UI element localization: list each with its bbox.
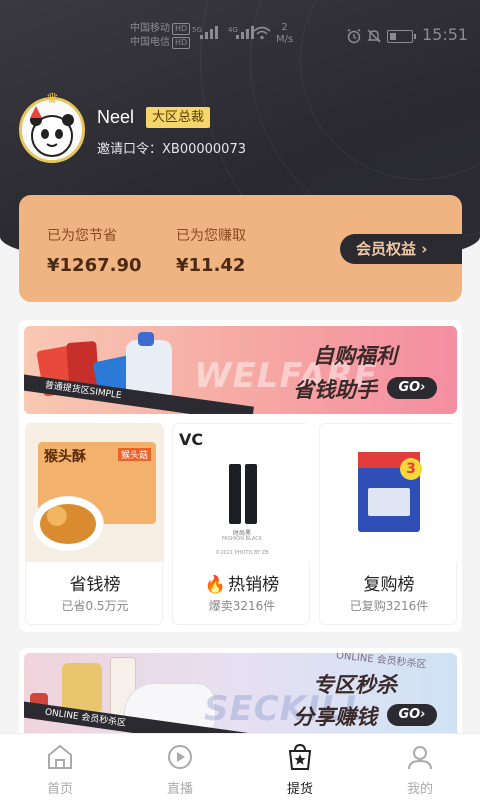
tab-pickup[interactable]: 提货 bbox=[240, 734, 360, 800]
tab-label: 首页 bbox=[46, 782, 73, 797]
mute-icon bbox=[366, 28, 382, 48]
banner-title: 专区秒杀 bbox=[313, 673, 397, 697]
member-benefits-button[interactable]: 会员权益 › bbox=[340, 234, 462, 264]
net-speed-unit: M/s bbox=[276, 34, 294, 45]
tab-home[interactable]: 首页 bbox=[0, 734, 120, 800]
product-image bbox=[62, 663, 102, 713]
sleeve-left bbox=[229, 464, 241, 524]
tab-label: 直播 bbox=[166, 782, 193, 797]
carrier-info: 中国移动 HD 中国电信 HD bbox=[130, 22, 191, 50]
crown-icon: ♛ bbox=[46, 91, 59, 107]
product-image: 猴头酥 猴头菇 bbox=[26, 424, 164, 562]
brand-logo-text: VC bbox=[179, 430, 204, 449]
invite-code[interactable]: 邀请口令：XB00000073 bbox=[97, 138, 246, 157]
banner-title: 自购福利 bbox=[313, 344, 397, 368]
rank-title: 🔥 热销榜 bbox=[173, 570, 311, 595]
carrier-2: 中国电信 bbox=[130, 37, 170, 48]
signal-icon bbox=[236, 26, 254, 39]
hd-badge: HD bbox=[172, 23, 191, 35]
product-label bbox=[368, 488, 410, 516]
username: Neel bbox=[97, 107, 135, 127]
banner-subtitle: 分享赚钱 bbox=[293, 705, 377, 729]
product-image: VC 时尚黑 FASHION BLACK ©2021 PHOTO BY ZB bbox=[173, 424, 311, 562]
rank-card-hot[interactable]: VC 时尚黑 FASHION BLACK ©2021 PHOTO BY ZB 🔥… bbox=[172, 423, 311, 625]
biscuits bbox=[40, 504, 96, 544]
status-bar: 中国移动 HD 中国电信 HD 5G 4G 2 M/s 15:51 bbox=[0, 0, 480, 70]
rank-sub: 爆卖3216件 bbox=[208, 599, 276, 613]
go-button[interactable]: GO› bbox=[387, 704, 437, 726]
net-speed: 2 M/s bbox=[276, 22, 293, 46]
earnings-card: 已为您节省 ¥1267.90 已为您赚取 ¥11.42 会员权益 › bbox=[19, 195, 462, 302]
tab-live[interactable]: 直播 bbox=[120, 734, 240, 800]
seckill-banner[interactable]: ONLINE 会员秒杀区 SECKILL 专区秒杀 分享赚钱 GO› ONLIN… bbox=[24, 653, 457, 741]
shopping-bag-star-icon bbox=[288, 743, 312, 770]
tab-mine[interactable]: 我的 bbox=[360, 734, 480, 800]
alarm-icon bbox=[346, 28, 362, 48]
product-tag: 猴头菇 bbox=[118, 448, 152, 461]
rank-title: 复购榜 bbox=[363, 575, 415, 595]
welfare-banner[interactable]: 普通提货区SIMPLE WELFARE 自购福利 省钱助手 GO› bbox=[24, 326, 457, 414]
earned-stat: 已为您赚取 ¥11.42 bbox=[176, 225, 246, 276]
rank-sub: 已省0.5万元 bbox=[61, 599, 129, 613]
saved-label: 已为您节省 bbox=[47, 228, 117, 244]
tab-bar: 首页 直播 提货 我的 bbox=[0, 733, 480, 800]
go-button[interactable]: GO› bbox=[387, 377, 437, 399]
product-brand-text: 猴头酥 bbox=[44, 449, 86, 465]
saved-stat: 已为您节省 ¥1267.90 bbox=[47, 225, 142, 276]
tab-label: 我的 bbox=[406, 782, 433, 797]
battery-icon bbox=[387, 30, 416, 43]
rank-title: 省钱榜 bbox=[69, 575, 121, 595]
saved-value: ¥1267.90 bbox=[47, 255, 142, 276]
product-image: 3 bbox=[320, 424, 458, 562]
product-badge: 3 bbox=[400, 458, 422, 480]
rank-title-text: 热销榜 bbox=[228, 575, 280, 595]
profile-icon bbox=[408, 746, 432, 770]
live-icon bbox=[168, 745, 192, 769]
home-icon bbox=[48, 744, 72, 769]
tab-label: 提货 bbox=[286, 782, 313, 797]
signal-icon bbox=[200, 26, 218, 39]
carrier-1: 中国移动 bbox=[130, 23, 170, 34]
product-credit: ©2021 PHOTO BY ZB bbox=[215, 550, 269, 556]
product-image bbox=[138, 332, 154, 346]
sleeve-right bbox=[245, 464, 257, 524]
hd-badge: HD bbox=[172, 37, 191, 49]
wifi-icon bbox=[253, 26, 271, 43]
rank-card-savings[interactable]: 猴头酥 猴头菇 省钱榜 已省0.5万元 bbox=[25, 423, 164, 625]
panda-avatar-icon bbox=[22, 100, 82, 160]
product-caption-en: FASHION BLACK bbox=[222, 536, 262, 542]
banner-subtitle: 省钱助手 bbox=[293, 378, 377, 402]
rank-card-repurchase[interactable]: 3 复购榜 已复购3216件 bbox=[319, 423, 458, 625]
net-speed-value: 2 bbox=[281, 22, 288, 33]
rank-sub: 已复购3216件 bbox=[349, 599, 429, 613]
status-time: 15:51 bbox=[422, 25, 469, 44]
fire-icon: 🔥 bbox=[204, 575, 227, 595]
earned-value: ¥11.42 bbox=[176, 255, 246, 276]
earned-label: 已为您赚取 bbox=[176, 228, 246, 244]
rank-badge: 大区总裁 bbox=[146, 107, 211, 128]
